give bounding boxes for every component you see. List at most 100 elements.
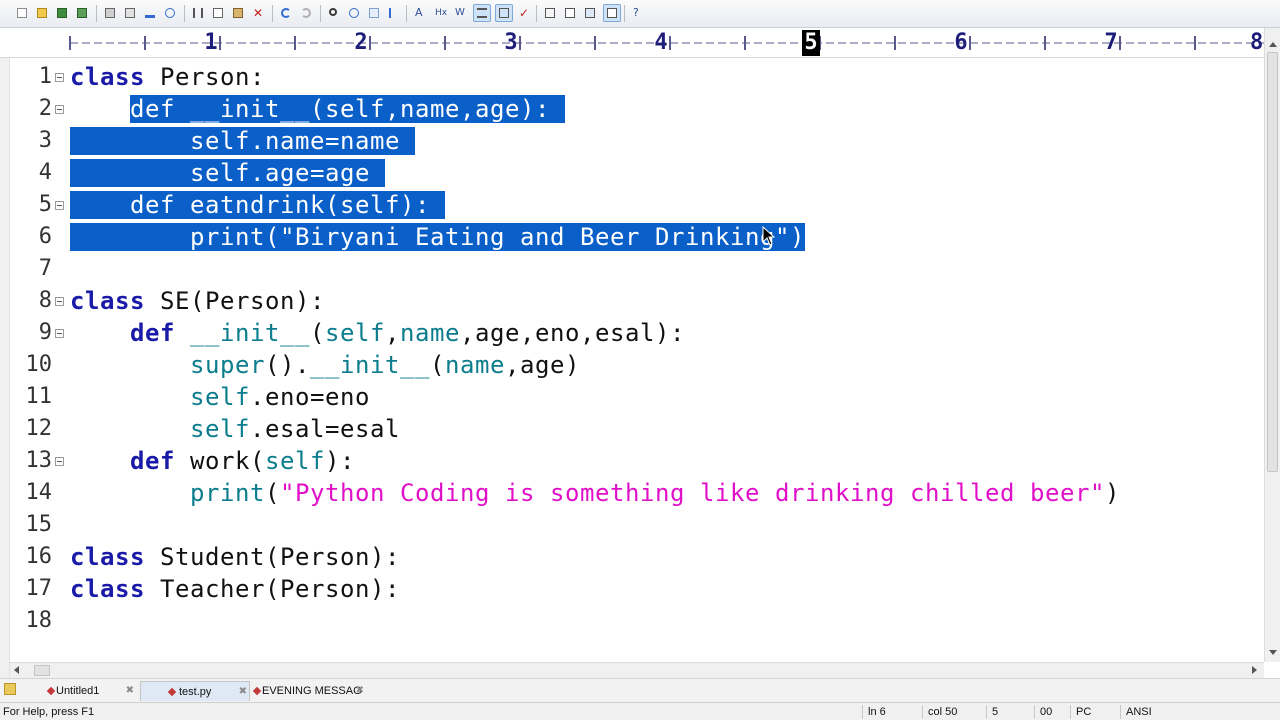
line-number: 2 (38, 96, 52, 121)
code-text: class SE(Person): (70, 287, 325, 315)
code-text: self.esal=esal (190, 415, 400, 443)
redo-icon[interactable] (298, 5, 314, 21)
column-mode-icon[interactable] (542, 5, 558, 21)
scroll-down-icon[interactable] (1269, 650, 1277, 655)
tab-label: test.py (179, 686, 212, 698)
vertical-scrollbar[interactable] (1264, 28, 1280, 662)
fold-toggle-icon[interactable] (55, 329, 64, 338)
scroll-right-icon[interactable] (1252, 666, 1257, 674)
horizontal-scrollbar[interactable] (10, 662, 1264, 678)
status-char-code: 00 (1040, 706, 1053, 718)
code-line: 10 super().__init__(name,age) (10, 349, 1264, 381)
code-text: self.age=age (70, 159, 385, 187)
close-tab-icon[interactable]: ✖ (126, 681, 134, 701)
tab-untitled1[interactable]: Untitled1 ✖ (44, 681, 136, 701)
code-line: 11 self.eno=eno (10, 381, 1264, 413)
ruler-number: 1 (204, 30, 218, 55)
copy-icon[interactable] (210, 5, 226, 21)
code-line: 15 (10, 509, 1264, 541)
line-number: 1 (38, 64, 52, 89)
fold-toggle-icon[interactable] (55, 457, 64, 466)
code-line: 3 self.name=name (10, 125, 1264, 157)
fold-toggle-icon[interactable] (55, 105, 64, 114)
line-number: 4 (38, 160, 52, 185)
wrap-icon[interactable]: W (452, 5, 468, 21)
toggle-bookmark-icon[interactable] (386, 5, 402, 21)
close-tab-icon[interactable]: ✖ (239, 682, 247, 702)
delete-icon[interactable]: ✕ (250, 5, 266, 21)
status-platform: PC (1076, 706, 1092, 718)
ruler-number: 6 (954, 30, 968, 55)
line-number: 15 (25, 512, 53, 537)
tab-evening-message[interactable]: EVENING MESSAG ✖ (250, 681, 366, 701)
line-number: 7 (38, 256, 52, 281)
replace-icon[interactable] (346, 5, 362, 21)
code-text: print("Python Coding is something like d… (190, 479, 1120, 507)
find-in-files-icon[interactable] (162, 5, 178, 21)
tab-label: Untitled1 (56, 685, 100, 697)
line-number: 3 (38, 128, 52, 153)
fold-toggle-icon[interactable] (55, 297, 64, 306)
code-line: 1 class Person: (10, 61, 1264, 93)
fold-toggle-icon[interactable] (55, 73, 64, 82)
mouse-pointer-icon (762, 226, 776, 246)
spell-icon[interactable]: ✓ (516, 5, 532, 21)
code-line: 7 (10, 253, 1264, 285)
show-spaces-icon[interactable] (473, 4, 491, 22)
folder-icon[interactable] (4, 683, 16, 695)
horizontal-scroll-thumb[interactable] (34, 665, 50, 676)
cut-icon[interactable] (190, 5, 206, 21)
column-ruler: 1 2 3 4 5 6 7 8 (0, 28, 1264, 58)
help-icon[interactable]: ? (630, 5, 646, 21)
fold-toggle-icon[interactable] (55, 201, 64, 210)
document-icon (46, 686, 56, 696)
line-number: 16 (25, 544, 53, 569)
vertical-scroll-thumb[interactable] (1267, 52, 1278, 472)
paste-icon[interactable] (230, 5, 246, 21)
print-preview-icon[interactable] (122, 5, 138, 21)
ruler-ticks (69, 36, 1264, 50)
hex-icon[interactable]: Hx (432, 5, 448, 21)
status-column: col 50 (928, 706, 958, 718)
code-line: 18 (10, 605, 1264, 637)
word-wrap-icon[interactable]: A (412, 5, 428, 21)
line-number: 5 (38, 192, 52, 217)
main-toolbar: ✕ A Hx W ✓ ? (0, 0, 1280, 28)
window-icon[interactable] (582, 5, 598, 21)
ruler-number: 2 (354, 30, 368, 55)
open-icon[interactable] (34, 5, 50, 21)
tab-test-py[interactable]: test.py ✖ (140, 681, 250, 701)
undo-icon[interactable] (278, 5, 294, 21)
line-number: 8 (38, 288, 52, 313)
new-icon[interactable] (14, 5, 30, 21)
ruler-number: 3 (504, 30, 518, 55)
ruler-number: 4 (654, 30, 668, 55)
save-all-icon[interactable] (74, 5, 90, 21)
scroll-left-icon[interactable] (14, 666, 19, 674)
bookmark-margin[interactable] (0, 58, 10, 678)
status-bar: For Help, press F1 ln 6 col 50 5 00 PC A… (0, 702, 1280, 720)
find-icon[interactable] (326, 5, 342, 21)
format-icon[interactable] (562, 5, 578, 21)
code-line: 17 class Teacher(Person): (10, 573, 1264, 605)
spell-check-icon[interactable] (142, 5, 158, 21)
close-tab-icon[interactable]: ✖ (356, 681, 364, 701)
code-line: 5 def eatndrink(self): (10, 189, 1264, 221)
fullscreen-icon[interactable] (603, 4, 621, 22)
code-editor[interactable]: 1 class Person: 2 def __init__(self,name… (10, 58, 1264, 662)
code-line: 16 class Student(Person): (10, 541, 1264, 573)
save-icon[interactable] (54, 5, 70, 21)
scroll-up-icon[interactable] (1269, 42, 1277, 47)
status-line: ln 6 (868, 706, 886, 718)
code-text: def eatndrink(self): (70, 191, 445, 219)
code-text: def __init__(self,name,age,eno,esal): (130, 319, 685, 347)
code-text: super().__init__(name,age) (190, 351, 580, 379)
code-text: def work(self): (130, 447, 355, 475)
print-icon[interactable] (102, 5, 118, 21)
code-text: def __init__(self,name,age): (130, 95, 565, 123)
line-number: 9 (38, 320, 52, 345)
show-line-endings-icon[interactable] (495, 4, 513, 22)
goto-icon[interactable] (366, 5, 382, 21)
document-tabs: Untitled1 ✖ test.py ✖ EVENING MESSAG ✖ (0, 678, 1280, 702)
status-encoding: ANSI (1126, 706, 1152, 718)
